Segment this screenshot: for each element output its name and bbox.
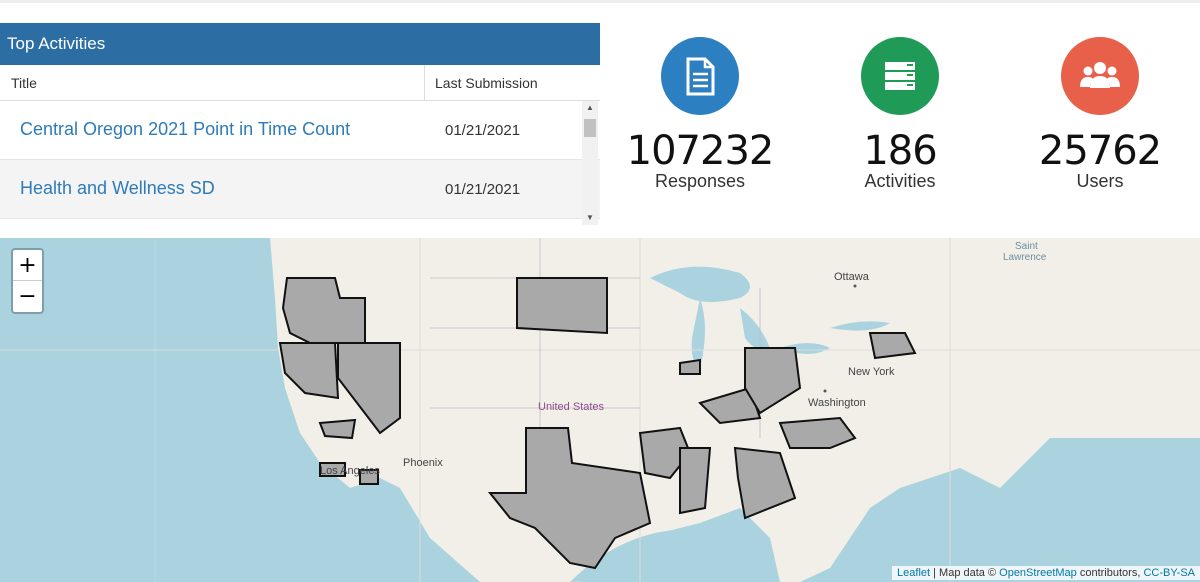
activities-circle xyxy=(861,37,939,115)
map-label-new-york: New York xyxy=(848,366,895,378)
attribution-contributors: contributors, xyxy=(1076,567,1144,579)
activities-list: Central Oregon 2021 Point in Time Count … xyxy=(0,101,600,225)
table-row: Health and Wellness SD 01/21/2021 xyxy=(0,160,600,219)
top-activities-panel: Top Activities Title Last Submission Cen… xyxy=(0,23,600,228)
last-submission-date: 01/21/2021 xyxy=(445,181,521,198)
responses-circle xyxy=(661,37,739,115)
map-label-saint: Saint xyxy=(1015,241,1038,252)
users-count: 25762 xyxy=(1038,128,1162,174)
column-divider xyxy=(424,65,425,100)
activities-stat: 186 Activities xyxy=(800,37,1000,191)
map-label-united-states: United States xyxy=(538,401,605,413)
users-circle xyxy=(1061,37,1139,115)
scroll-down-arrow-icon[interactable]: ▼ xyxy=(582,211,598,225)
list-scrollbar[interactable]: ▲ ▼ xyxy=(582,101,598,225)
document-icon xyxy=(686,57,715,96)
table-row: Central Oregon 2021 Point in Time Count … xyxy=(0,101,600,160)
scroll-up-arrow-icon[interactable]: ▲ xyxy=(582,101,598,115)
scrollbar-thumb[interactable] xyxy=(584,119,596,137)
license-link[interactable]: CC-BY-SA xyxy=(1143,567,1195,579)
zoom-control: + − xyxy=(11,248,44,314)
column-header-title[interactable]: Title xyxy=(11,75,37,91)
leaflet-link[interactable]: Leaflet xyxy=(897,567,930,579)
openstreetmap-link[interactable]: OpenStreetMap xyxy=(999,567,1077,579)
map-label-ottawa: Ottawa xyxy=(834,271,869,283)
map-view[interactable]: Ottawa New York Washington United States… xyxy=(0,238,1200,582)
users-stat: 25762 Users xyxy=(1000,37,1200,191)
table-header: Title Last Submission xyxy=(0,65,600,101)
map-attribution: Leaflet | Map data © OpenStreetMap contr… xyxy=(892,566,1200,580)
map-label-los-angeles: Los Angeles xyxy=(320,465,380,477)
users-icon xyxy=(1080,62,1120,88)
activity-link[interactable]: Health and Wellness SD xyxy=(20,178,215,199)
zoom-out-button[interactable]: − xyxy=(13,281,42,312)
last-submission-date: 01/21/2021 xyxy=(445,122,521,139)
responses-label: Responses xyxy=(654,171,746,191)
map-label-lawrence: Lawrence xyxy=(1003,252,1047,263)
panel-title: Top Activities xyxy=(0,23,600,65)
responses-stat: 107232 Responses xyxy=(600,37,800,191)
responses-count: 107232 xyxy=(626,128,775,174)
activities-label: Activities xyxy=(864,171,936,191)
attribution-separator: | Map data © xyxy=(930,567,1000,579)
activity-link[interactable]: Central Oregon 2021 Point in Time Count xyxy=(20,119,350,140)
map-label-washington: Washington xyxy=(808,397,866,409)
top-divider xyxy=(0,0,1200,3)
users-label: Users xyxy=(1076,171,1124,191)
map-label-phoenix: Phoenix xyxy=(403,457,443,469)
activities-count: 186 xyxy=(863,128,937,174)
zoom-in-button[interactable]: + xyxy=(13,250,42,281)
list-icon xyxy=(885,62,915,90)
column-header-last-submission[interactable]: Last Submission xyxy=(435,75,538,91)
